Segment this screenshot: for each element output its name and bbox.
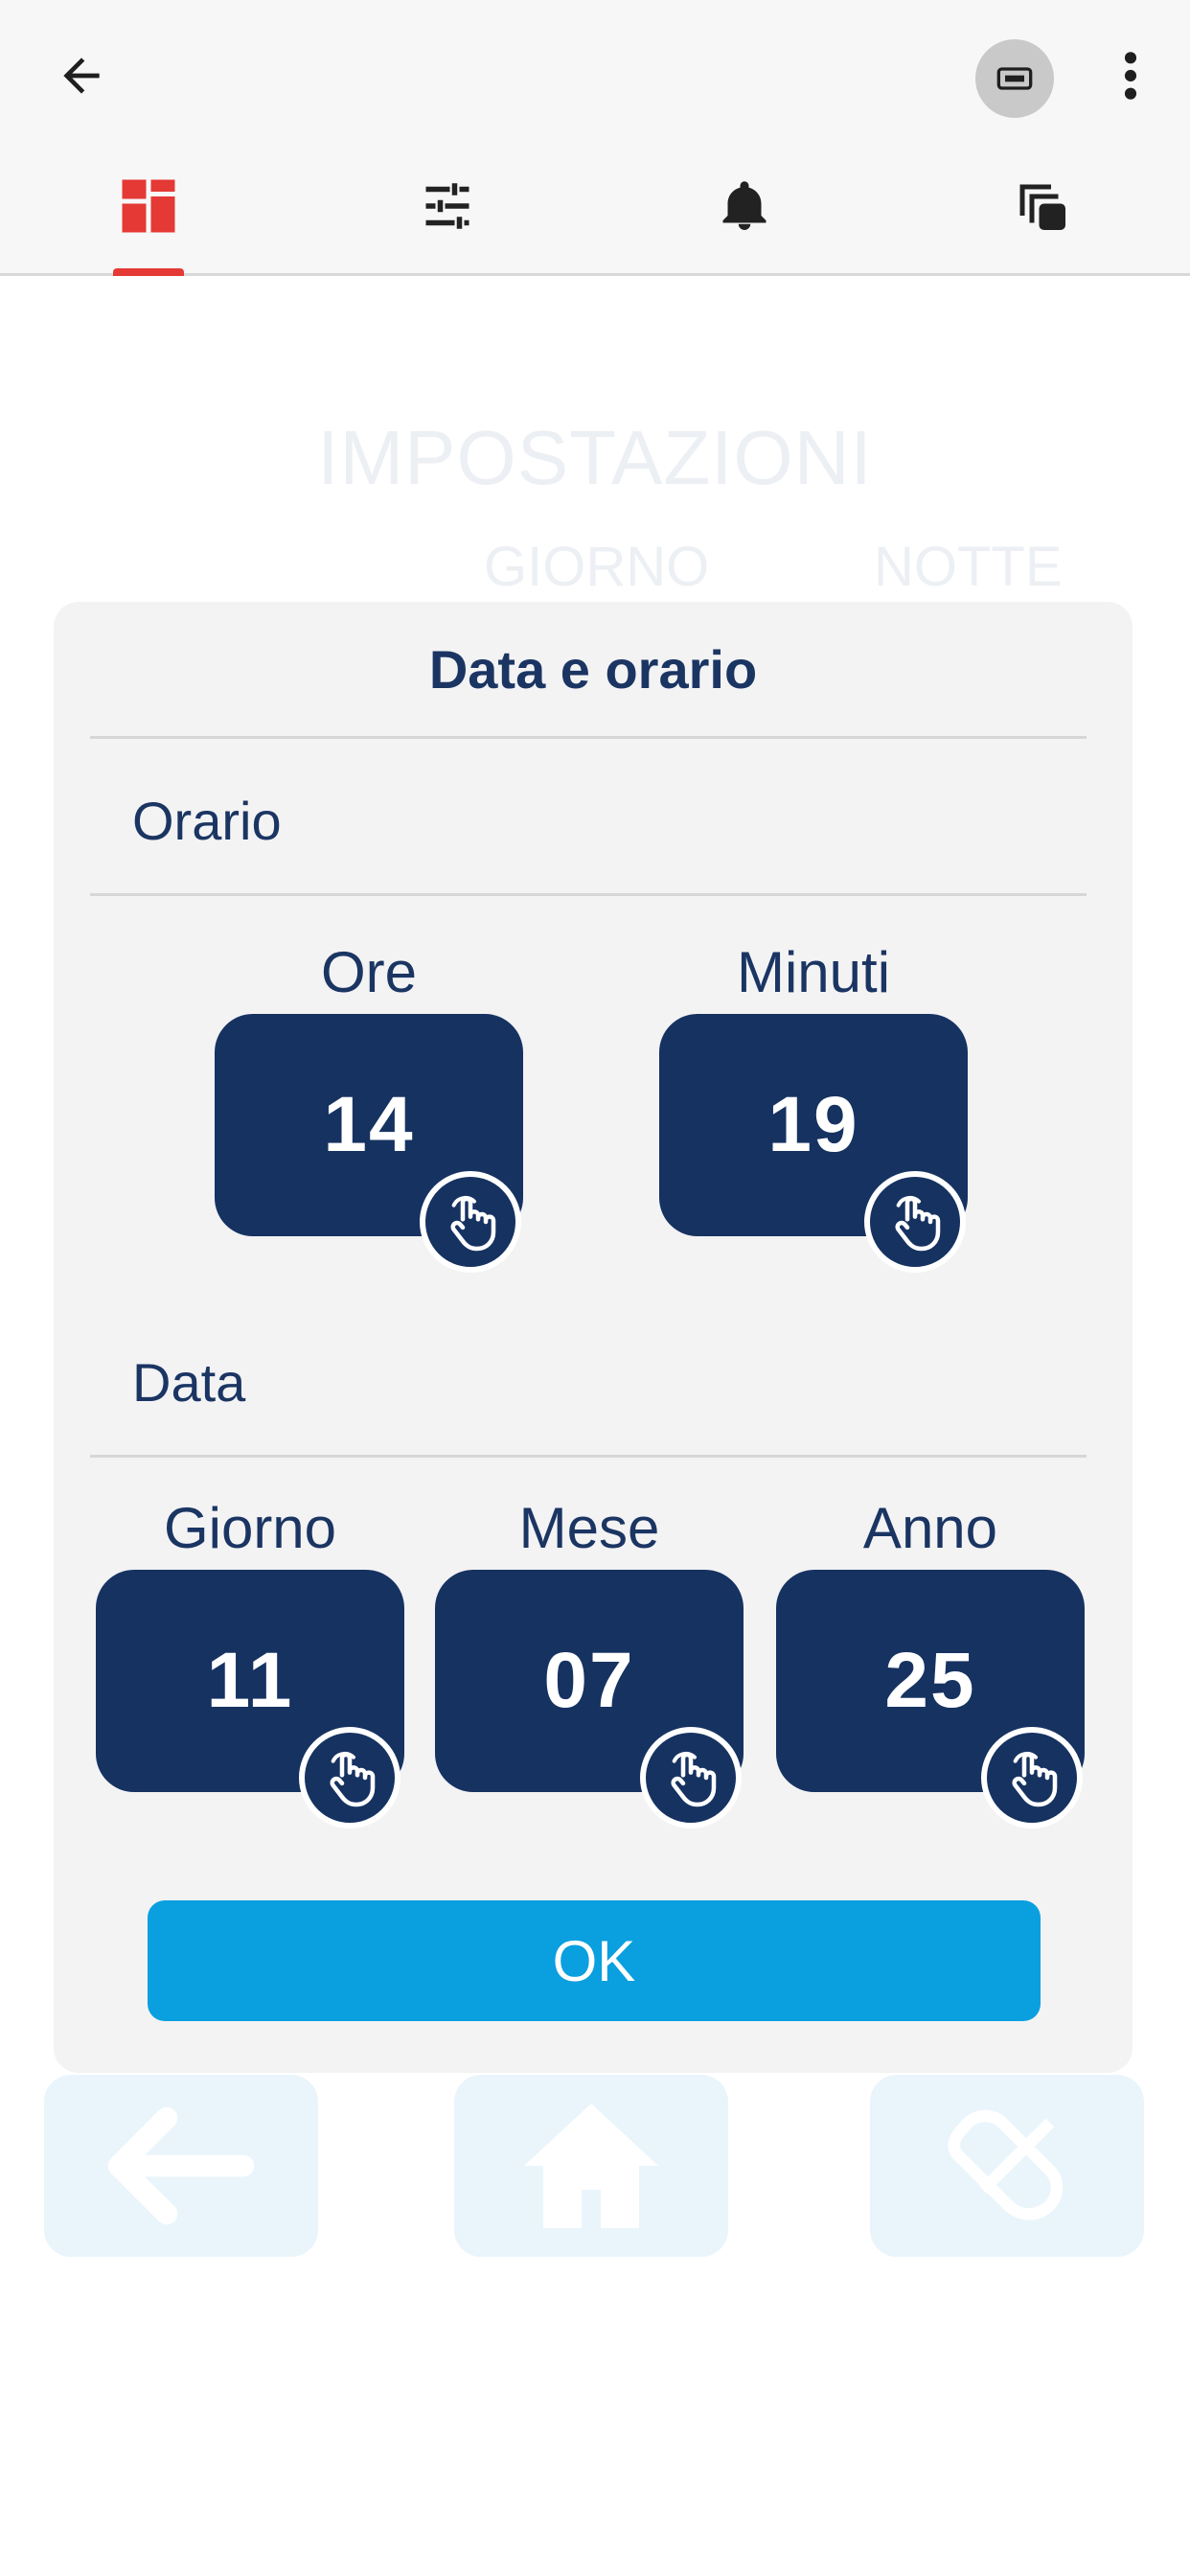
tools-icon [948, 2109, 1064, 2220]
touch-hand-icon [1012, 1751, 1058, 1807]
divider [90, 1455, 1087, 1458]
touch-hand-icon [671, 1751, 717, 1807]
sliders-icon [425, 183, 469, 229]
more-options-button[interactable] [1102, 42, 1159, 109]
home-icon [524, 2104, 658, 2228]
tab-dashboard[interactable] [96, 163, 201, 249]
divider [90, 893, 1087, 896]
page-title: IMPOSTAZIONI [317, 415, 873, 500]
bell-icon [722, 181, 767, 230]
tab-copies[interactable] [989, 163, 1094, 249]
touch-hint-badge [299, 1727, 400, 1828]
touch-hint-badge [640, 1727, 742, 1828]
dashboard-icon [122, 179, 175, 233]
year-label: Anno [862, 1496, 998, 1560]
date-section-label: Data [132, 1352, 246, 1413]
copy-icon [1019, 184, 1065, 230]
tab-settings[interactable] [395, 163, 500, 249]
touch-hint-badge [864, 1171, 966, 1273]
tab-notifications[interactable] [692, 163, 797, 249]
day-label: Giorno [163, 1496, 337, 1560]
touch-hand-icon [330, 1751, 376, 1807]
time-section-label: Orario [132, 791, 282, 851]
arrow-left-icon [107, 2106, 255, 2225]
ok-button[interactable]: OK [148, 1900, 1041, 2021]
app-bar [0, 0, 1190, 276]
minutes-label: Minuti [736, 940, 891, 1004]
subtab-day[interactable]: GIORNO [484, 535, 709, 599]
touch-hint-badge [981, 1727, 1083, 1828]
bottom-home-button[interactable] [454, 2075, 728, 2257]
dialog-title: Data e orario [428, 639, 758, 700]
screen-cast-button[interactable] [975, 39, 1054, 118]
arrow-back-icon [63, 58, 100, 94]
touch-hand-icon [450, 1195, 496, 1252]
bottom-back-button[interactable] [44, 2075, 318, 2257]
hours-label: Ore [320, 940, 418, 1004]
month-label: Mese [518, 1496, 660, 1560]
bottom-tools-button[interactable] [870, 2075, 1144, 2257]
touch-hint-badge [420, 1171, 521, 1273]
subtab-night[interactable]: NOTTE [874, 535, 1063, 599]
date-time-dialog: Data e orario Orario Ore 14 Minuti 19 Da… [54, 602, 1133, 2073]
back-button[interactable] [48, 42, 115, 109]
tab-indicator [113, 268, 184, 276]
screen-cast-icon [996, 67, 1033, 90]
more-vertical-icon [1124, 52, 1137, 100]
touch-hand-icon [895, 1195, 941, 1252]
divider [90, 736, 1087, 739]
